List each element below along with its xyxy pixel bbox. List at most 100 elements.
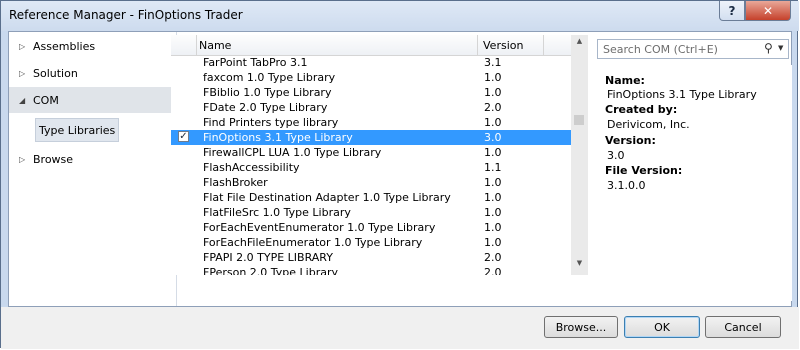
detail-created-value: Derivicom, Inc. <box>607 118 690 131</box>
cancel-button[interactable]: Cancel <box>705 316 781 338</box>
scroll-thumb[interactable] <box>574 115 584 125</box>
detail-version-label: Version: <box>605 134 656 147</box>
table-row[interactable]: FPAPI 2.0 TYPE LIBRARY 2.0 <box>171 250 571 265</box>
row-name: FinOptions 3.1 Type Library <box>203 131 353 144</box>
column-divider[interactable] <box>196 35 197 55</box>
table-row[interactable]: faxcom 1.0 Type Library 1.0 <box>171 70 571 85</box>
row-version: 1.0 <box>484 71 502 84</box>
title-bar[interactable]: Reference Manager - FinOptions Trader ? … <box>1 1 799 31</box>
details-pane: Name: FinOptions 3.1 Type Library Create… <box>597 65 792 301</box>
nav-item-label: Assemblies <box>33 39 96 53</box>
row-name: faxcom 1.0 Type Library <box>203 71 336 84</box>
column-divider[interactable] <box>543 35 544 55</box>
scroll-down-icon[interactable]: ▼ <box>571 259 588 273</box>
row-version: 1.0 <box>484 116 502 129</box>
window-title: Reference Manager - FinOptions Trader <box>9 8 243 22</box>
row-name: Find Printers type library <box>203 116 339 129</box>
search-icon[interactable]: ⚲ <box>764 41 773 55</box>
table-row[interactable]: Flat File Destination Adapter 1.0 Type L… <box>171 190 571 205</box>
dialog-footer: Browse... OK Cancel <box>1 307 799 349</box>
nav-item-assemblies[interactable]: ▷ Assemblies <box>9 33 176 59</box>
close-icon: ✕ <box>762 3 774 18</box>
row-version: 1.0 <box>484 146 502 159</box>
row-version: 1.1 <box>484 161 502 174</box>
row-name: FBiblio 1.0 Type Library <box>203 86 332 99</box>
detail-name-label: Name: <box>605 74 645 87</box>
detail-file-version-label: File Version: <box>605 164 683 177</box>
row-version: 2.0 <box>484 251 502 264</box>
row-name: ForEachFileEnumerator 1.0 Type Library <box>203 236 423 249</box>
nav-item-solution[interactable]: ▷ Solution <box>9 60 176 86</box>
table-row[interactable]: FarPoint TabPro 3.1 3.1 <box>171 55 571 70</box>
nav-item-browse[interactable]: ▷ Browse <box>9 146 176 172</box>
row-name: FPerson 2.0 Type Library <box>203 266 339 275</box>
ok-button-label: OK <box>654 320 670 334</box>
row-version: 2.0 <box>484 266 502 275</box>
component-list: Name Version FarPoint TabPro 3.1 3.1 faxco… <box>171 35 589 275</box>
row-version: 1.0 <box>484 236 502 249</box>
nav-subitem-label: Type Libraries <box>39 123 116 137</box>
row-version: 1.0 <box>484 191 502 204</box>
help-icon: ? <box>728 3 736 18</box>
column-header-version[interactable]: Version <box>483 39 523 52</box>
expand-arrow-icon: ▷ <box>19 41 26 51</box>
row-name: FlatFileSrc 1.0 Type Library <box>203 206 351 219</box>
expand-arrow-icon: ▷ <box>19 154 26 164</box>
detail-file-version-value: 3.1.0.0 <box>607 179 646 192</box>
row-checkbox[interactable]: ✓ <box>178 131 189 142</box>
row-name: FPAPI 2.0 TYPE LIBRARY <box>203 251 333 264</box>
row-name: FlashAccessibility <box>203 161 300 174</box>
expand-arrow-icon: ▷ <box>19 68 26 78</box>
row-name: FlashBroker <box>203 176 268 189</box>
row-version: 1.0 <box>484 206 502 219</box>
list-rows: FarPoint TabPro 3.1 3.1 faxcom 1.0 Type Li… <box>171 55 571 275</box>
row-version: 3.0 <box>484 131 502 144</box>
row-name: FirewallCPL LUA 1.0 Type Library <box>203 146 382 159</box>
table-row[interactable]: FDate 2.0 Type Library 2.0 <box>171 100 571 115</box>
row-name: FarPoint TabPro 3.1 <box>203 56 308 69</box>
table-row[interactable]: FPerson 2.0 Type Library 2.0 <box>171 265 571 275</box>
row-version: 1.0 <box>484 176 502 189</box>
nav-item-label: Solution <box>33 66 78 80</box>
ok-button[interactable]: OK <box>624 316 700 338</box>
table-row[interactable]: ForEachFileEnumerator 1.0 Type Library 1.… <box>171 235 571 250</box>
scroll-up-icon[interactable]: ▲ <box>571 37 588 51</box>
column-divider[interactable] <box>477 35 478 55</box>
navigation-pane: ▷ Assemblies ▷ Solution ◢ COM Type Libra… <box>9 32 177 306</box>
collapse-arrow-icon: ◢ <box>19 95 26 105</box>
chevron-down-icon[interactable]: ▼ <box>778 44 783 52</box>
nav-item-com[interactable]: ◢ COM <box>9 87 176 113</box>
nav-item-label: COM <box>33 93 59 107</box>
row-name: Flat File Destination Adapter 1.0 Type L… <box>203 191 451 204</box>
help-button[interactable]: ? <box>719 1 745 21</box>
browse-button-label: Browse... <box>555 320 607 334</box>
list-header: Name Version <box>171 35 571 56</box>
row-name: FDate 2.0 Type Library <box>203 101 328 114</box>
vertical-scrollbar[interactable]: ▲ ▼ <box>571 35 588 275</box>
detail-name-value: FinOptions 3.1 Type Library <box>607 88 757 101</box>
table-row[interactable]: FlashAccessibility 1.1 <box>171 160 571 175</box>
detail-version-value: 3.0 <box>607 149 625 162</box>
table-row[interactable]: FirewallCPL LUA 1.0 Type Library 1.0 <box>171 145 571 160</box>
reference-manager-window: Reference Manager - FinOptions Trader ? … <box>0 0 799 349</box>
search-box[interactable]: Search COM (Ctrl+E) ⚲ ▼ <box>597 39 789 59</box>
row-version: 3.1 <box>484 56 502 69</box>
table-row[interactable]: ✓ FinOptions 3.1 Type Library 3.0 <box>171 130 571 145</box>
row-version: 1.0 <box>484 221 502 234</box>
nav-subitem-type-libraries[interactable]: Type Libraries <box>35 118 120 142</box>
nav-item-label: Browse <box>33 152 74 166</box>
table-row[interactable]: ForEachEventEnumerator 1.0 Type Library 1… <box>171 220 571 235</box>
column-header-name[interactable]: Name <box>199 39 231 52</box>
row-version: 1.0 <box>484 86 502 99</box>
detail-created-label: Created by: <box>605 103 678 116</box>
row-name: ForEachEventEnumerator 1.0 Type Library <box>203 221 436 234</box>
table-row[interactable]: FlatFileSrc 1.0 Type Library 1.0 <box>171 205 571 220</box>
table-row[interactable]: FBiblio 1.0 Type Library 1.0 <box>171 85 571 100</box>
table-row[interactable]: Find Printers type library 1.0 <box>171 115 571 130</box>
cancel-button-label: Cancel <box>724 320 762 334</box>
row-version: 2.0 <box>484 101 502 114</box>
browse-button[interactable]: Browse... <box>544 316 618 338</box>
table-row[interactable]: FlashBroker 1.0 <box>171 175 571 190</box>
search-input[interactable]: Search COM (Ctrl+E) <box>603 43 718 56</box>
close-button[interactable]: ✕ <box>745 1 791 21</box>
